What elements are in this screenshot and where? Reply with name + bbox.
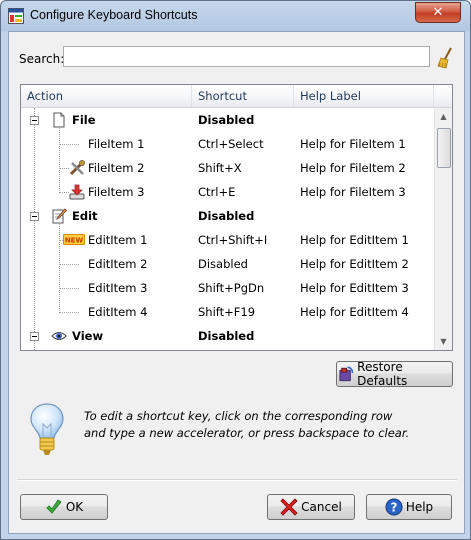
scroll-up-arrow-icon[interactable]: ▲: [435, 108, 452, 125]
action-label: EditItem 1: [88, 233, 148, 247]
info-panel: To edit a shortcut key, click on the cor…: [20, 392, 460, 467]
shortcuts-table[interactable]: Action Shortcut Help Label File Disabled…: [20, 84, 453, 351]
action-label: Edit: [72, 209, 98, 223]
title-bar[interactable]: Configure Keyboard Shortcuts ✕: [1, 1, 470, 31]
restore-icon: [339, 366, 354, 382]
dialog-window: Configure Keyboard Shortcuts ✕ Search: A…: [0, 0, 471, 540]
tree-line: [59, 288, 79, 289]
clear-search-broom-icon[interactable]: [436, 47, 456, 69]
shortcut-value: Disabled: [198, 113, 255, 127]
edit-icon: [52, 208, 67, 224]
tree-line: [59, 192, 69, 193]
action-label: FileItem 2: [88, 161, 145, 175]
action-label: EditItem 4: [88, 305, 148, 319]
close-button[interactable]: ✕: [415, 2, 461, 23]
help-label-value: Help for FileItem 1: [300, 137, 406, 151]
close-icon: ✕: [432, 5, 444, 20]
tree-line: [59, 312, 79, 313]
ok-button[interactable]: OK: [20, 494, 108, 520]
column-header-help-label[interactable]: Help Label: [294, 85, 434, 107]
tools-icon: [69, 160, 85, 176]
action-label: FileItem 1: [88, 137, 145, 151]
collapse-toggle[interactable]: [30, 116, 39, 125]
download-icon: [69, 184, 85, 200]
cancel-button[interactable]: Cancel: [267, 494, 355, 520]
table-row-group-edit[interactable]: Edit Disabled: [21, 204, 434, 228]
shortcut-value: Ctrl+E: [198, 185, 236, 199]
window-title: Configure Keyboard Shortcuts: [30, 8, 198, 22]
ok-label: OK: [65, 500, 84, 514]
table-row[interactable]: FileItem 3 Ctrl+E Help for FileItem 3: [21, 180, 434, 204]
file-icon: [53, 112, 65, 128]
shortcut-value: Shift+F19: [198, 305, 256, 319]
action-label: EditItem 2: [88, 257, 148, 271]
action-label: View: [72, 329, 104, 343]
help-label-value: Help for EditItem 2: [300, 257, 409, 271]
info-line-2: and type a new accelerator, or press bac…: [84, 426, 410, 440]
cancel-x-icon: [280, 498, 298, 516]
svg-text:?: ?: [390, 501, 397, 515]
cancel-label: Cancel: [301, 500, 342, 514]
lightbulb-icon: [30, 403, 64, 455]
table-row[interactable]: NEW EditItem 1 Ctrl+Shift+I Help for Edi…: [21, 228, 434, 252]
dialog-client-area: Search: Action Shortcut Help Label File …: [8, 31, 465, 534]
checkmark-icon: [46, 499, 62, 514]
info-text: To edit a shortcut key, click on the cor…: [84, 408, 444, 442]
shortcut-value: Ctrl+Shift+I: [198, 233, 268, 247]
shortcut-value: Disabled: [198, 209, 255, 223]
help-label-value: Help for FileItem 3: [300, 185, 406, 199]
column-header-action[interactable]: Action: [21, 85, 192, 107]
help-label-value: Help for FileItem 2: [300, 161, 406, 175]
vertical-scrollbar[interactable]: ▲ ▼: [434, 108, 452, 350]
table-row-group-file[interactable]: File Disabled: [21, 108, 434, 132]
new-icon: NEW: [63, 234, 85, 245]
collapse-toggle[interactable]: [30, 212, 39, 221]
restore-defaults-label: Restore Defaults: [357, 360, 408, 388]
help-label: Help: [405, 500, 434, 514]
tree-line: [59, 264, 79, 265]
shortcut-value: Shift+PgDn: [198, 281, 265, 295]
action-label: File: [72, 113, 96, 127]
help-label-value: Help for EditItem 1: [300, 233, 409, 247]
shortcut-value: Shift+X: [198, 161, 242, 175]
collapse-toggle[interactable]: [30, 332, 39, 341]
help-button[interactable]: ? Help: [366, 494, 452, 520]
column-header-shortcut[interactable]: Shortcut: [192, 85, 294, 107]
help-label-value: Help for EditItem 4: [300, 305, 409, 319]
shortcut-value: Disabled: [198, 329, 255, 343]
search-input[interactable]: [63, 46, 430, 67]
help-label-value: Help for EditItem 3: [300, 281, 409, 295]
table-row[interactable]: EditItem 2 Disabled Help for EditItem 2: [21, 252, 434, 276]
table-row[interactable]: EditItem 4 Shift+F19 Help for EditItem 4: [21, 300, 434, 324]
action-label: FileItem 3: [88, 185, 145, 199]
help-question-icon: ?: [385, 498, 403, 516]
table-body: File Disabled FileItem 1 Ctrl+Select Hel…: [21, 108, 434, 350]
eye-icon: [51, 332, 67, 340]
keyboard-app-icon: [8, 8, 24, 24]
table-row[interactable]: EditItem 3 Shift+PgDn Help for EditItem …: [21, 276, 434, 300]
search-label: Search:: [19, 52, 65, 66]
shortcut-value: Disabled: [198, 257, 248, 271]
table-row[interactable]: FileItem 1 Ctrl+Select Help for FileItem…: [21, 132, 434, 156]
table-header: Action Shortcut Help Label: [21, 85, 452, 108]
tree-line: [59, 144, 79, 145]
info-line-1: To edit a shortcut key, click on the cor…: [84, 409, 393, 423]
table-row[interactable]: FileItem 2 Shift+X Help for FileItem 2: [21, 156, 434, 180]
tree-line: [59, 168, 69, 169]
scrollbar-thumb[interactable]: [437, 128, 451, 168]
scroll-down-arrow-icon[interactable]: ▼: [435, 333, 452, 350]
new-badge-text: NEW: [65, 237, 84, 245]
separator: [17, 479, 457, 481]
restore-defaults-button[interactable]: Restore Defaults: [336, 360, 453, 388]
shortcut-value: Ctrl+Select: [198, 137, 264, 151]
table-row-group-view[interactable]: View Disabled: [21, 324, 434, 348]
action-label: EditItem 3: [88, 281, 148, 295]
